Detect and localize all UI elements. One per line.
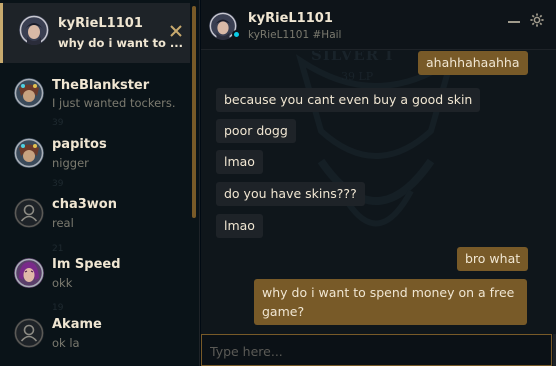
champion-avatar (19, 15, 49, 45)
message-list: SILVER I 39 LP ahahhahaahha because you … (201, 51, 546, 334)
champion-avatar (14, 78, 44, 108)
conversation-name: Akame (52, 317, 102, 332)
rank-crest-watermark (295, 53, 457, 227)
message-bubble-incoming: because you cant even buy a good skin (216, 88, 481, 112)
conversation-preview: real (52, 216, 74, 230)
default-user-icon (14, 318, 44, 348)
conversation-preview: I just wanted tockers. (52, 96, 176, 110)
conversation-preview: okk (52, 276, 73, 290)
champion-avatar (14, 258, 44, 288)
riot-id-tag: kyRieL1101 #Hail (248, 29, 342, 41)
chat-title: kyRieL1101 (248, 11, 333, 26)
minimize-icon[interactable] (508, 13, 520, 27)
sidebar-scrollbar-thumb[interactable] (192, 6, 196, 218)
message-input[interactable] (210, 342, 540, 360)
conversation-item[interactable]: papitos nigger (0, 123, 190, 183)
message-bubble-outgoing: ahahhahaahha (418, 51, 528, 75)
conversation-item[interactable]: Im Speed okk (0, 243, 190, 303)
message-input-box[interactable] (201, 334, 552, 366)
gear-icon[interactable] (530, 13, 544, 27)
conversation-list: 41 39 39 21 19 kyRieL1101 why do i want … (0, 0, 200, 366)
conversation-preview: why do i want to ... (58, 36, 183, 50)
message-bubble-incoming: lmao (216, 150, 263, 174)
message-bubble-outgoing: bro what (457, 247, 529, 271)
message-bubble-incoming: poor dogg (216, 119, 296, 143)
conversation-item-active[interactable]: kyRieL1101 why do i want to ... (0, 3, 190, 63)
conversation-preview: ok la (52, 336, 80, 350)
conversation-name: Im Speed (52, 257, 121, 272)
default-user-icon (14, 198, 44, 228)
lp-watermark-text: 39 LP (341, 70, 374, 83)
chat-window: kyRieL1101 kyRieL1101 #Hail SILVER I 39 … (201, 0, 556, 366)
conversation-name: papitos (52, 137, 107, 152)
conversation-name: cha3won (52, 197, 117, 212)
conversation-item[interactable]: TheBlankster I just wanted tockers. (0, 63, 190, 123)
conversation-name: kyRieL1101 (58, 16, 143, 31)
rank-watermark-text: SILVER I (311, 51, 394, 64)
champion-avatar (14, 138, 44, 168)
conversation-preview: nigger (52, 156, 89, 170)
conversation-name: TheBlankster (52, 78, 150, 93)
message-bubble-incoming: lmao (216, 214, 263, 238)
conversation-item[interactable]: cha3won real (0, 183, 190, 243)
chat-header: kyRieL1101 kyRieL1101 #Hail (201, 0, 556, 50)
message-bubble-outgoing: why do i want to spend money on a free g… (254, 279, 527, 325)
online-status-icon (232, 30, 241, 39)
close-icon[interactable] (170, 25, 182, 37)
message-bubble-incoming: do you have skins??? (216, 182, 365, 206)
conversation-item[interactable]: Akame ok la (0, 303, 190, 363)
